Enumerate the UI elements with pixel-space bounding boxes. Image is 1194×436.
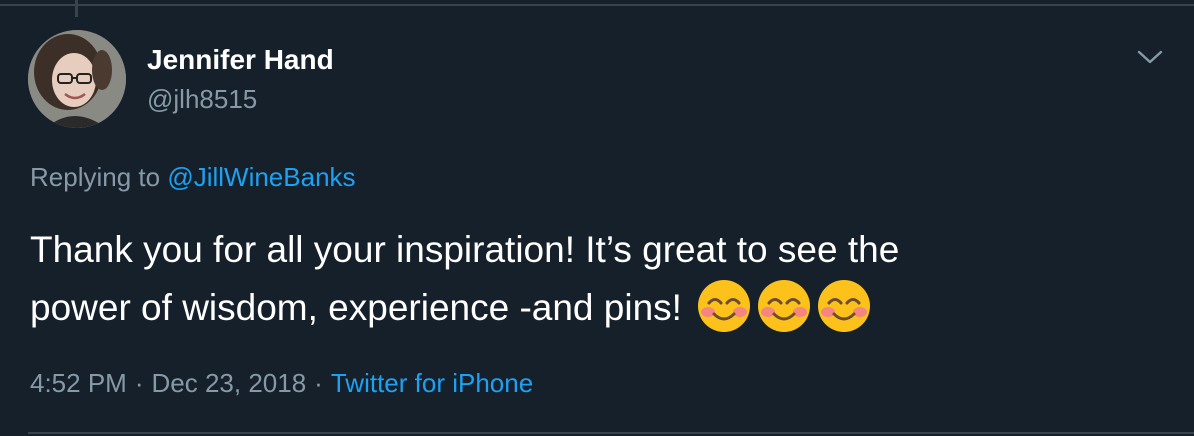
smiling-face-emoji-icon (816, 278, 872, 334)
more-options-button[interactable] (1132, 42, 1168, 72)
separator: · (134, 368, 144, 398)
chevron-down-icon (1137, 50, 1163, 64)
reply-mention-link[interactable]: @JillWineBanks (167, 162, 355, 192)
tweet-card: Jennifer Hand @jlh8515 Replying to @Jill… (0, 0, 1194, 436)
divider (28, 432, 1194, 434)
thread-connector (75, 0, 78, 17)
smiling-face-emoji-icon (696, 278, 752, 334)
tweet-metadata: 4:52 PM · Dec 23, 2018 · Twitter for iPhone (30, 368, 533, 399)
user-handle[interactable]: @jlh8515 (147, 84, 257, 115)
tweet-text: Thank you for all your inspiration! It’s… (30, 222, 1140, 336)
reply-context: Replying to @JillWineBanks (30, 162, 356, 193)
reply-prefix: Replying to (30, 162, 168, 192)
display-name[interactable]: Jennifer Hand (147, 44, 334, 76)
user-avatar-icon (28, 30, 126, 128)
tweet-text-line: power of wisdom, experience -and pins! (30, 287, 682, 328)
smiling-face-emoji-icon (756, 278, 812, 334)
tweet-text-line: Thank you for all your inspiration! It’s… (30, 229, 900, 270)
tweet-time-link[interactable]: 4:52 PM (30, 368, 127, 398)
tweet-source-link[interactable]: Twitter for iPhone (331, 368, 533, 398)
avatar[interactable] (28, 30, 126, 128)
tweet-date-link[interactable]: Dec 23, 2018 (152, 368, 307, 398)
divider (0, 4, 1194, 6)
separator: · (314, 368, 323, 398)
